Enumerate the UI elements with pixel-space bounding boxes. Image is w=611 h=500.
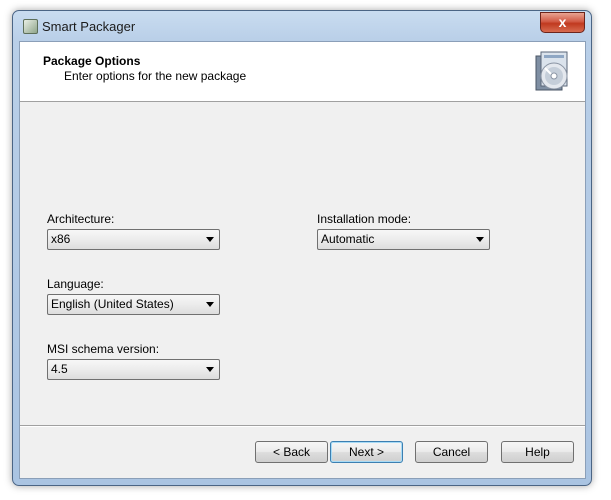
installation-mode-label: Installation mode: [317, 212, 412, 226]
next-button[interactable]: Next > [330, 441, 403, 463]
back-button[interactable]: < Back [255, 441, 328, 463]
dropdown-arrow-icon [476, 237, 484, 242]
msi-schema-value: 4.5 [51, 362, 68, 376]
footer-divider [20, 425, 585, 427]
dropdown-arrow-icon [206, 302, 214, 307]
app-icon [23, 19, 38, 34]
page-subtitle: Enter options for the new package [64, 69, 247, 83]
language-label: Language: [47, 277, 104, 291]
cancel-button[interactable]: Cancel [415, 441, 488, 463]
page-title: Package Options [43, 54, 141, 68]
language-value: English (United States) [51, 297, 174, 311]
wizard-header: Package Options Enter options for the ne… [20, 42, 585, 102]
window-title: Smart Packager [42, 19, 136, 34]
close-button[interactable]: x [540, 12, 585, 33]
installation-mode-value: Automatic [321, 232, 375, 246]
msi-schema-label: MSI schema version: [47, 342, 160, 356]
architecture-label: Architecture: [47, 212, 115, 226]
title-bar[interactable]: Smart Packager x [13, 11, 591, 41]
smart-packager-window: Smart Packager x Package Options Enter o… [12, 10, 592, 486]
dropdown-arrow-icon [206, 367, 214, 372]
architecture-value: x86 [51, 232, 71, 246]
help-button[interactable]: Help [501, 441, 574, 463]
installation-mode-dropdown[interactable]: Automatic [317, 229, 490, 250]
msi-schema-dropdown[interactable]: 4.5 [47, 359, 220, 380]
package-cd-icon [535, 51, 568, 91]
architecture-dropdown[interactable]: x86 [47, 229, 220, 250]
language-dropdown[interactable]: English (United States) [47, 294, 220, 315]
dropdown-arrow-icon [206, 237, 214, 242]
wizard-client-area: Package Options Enter options for the ne… [19, 41, 586, 479]
